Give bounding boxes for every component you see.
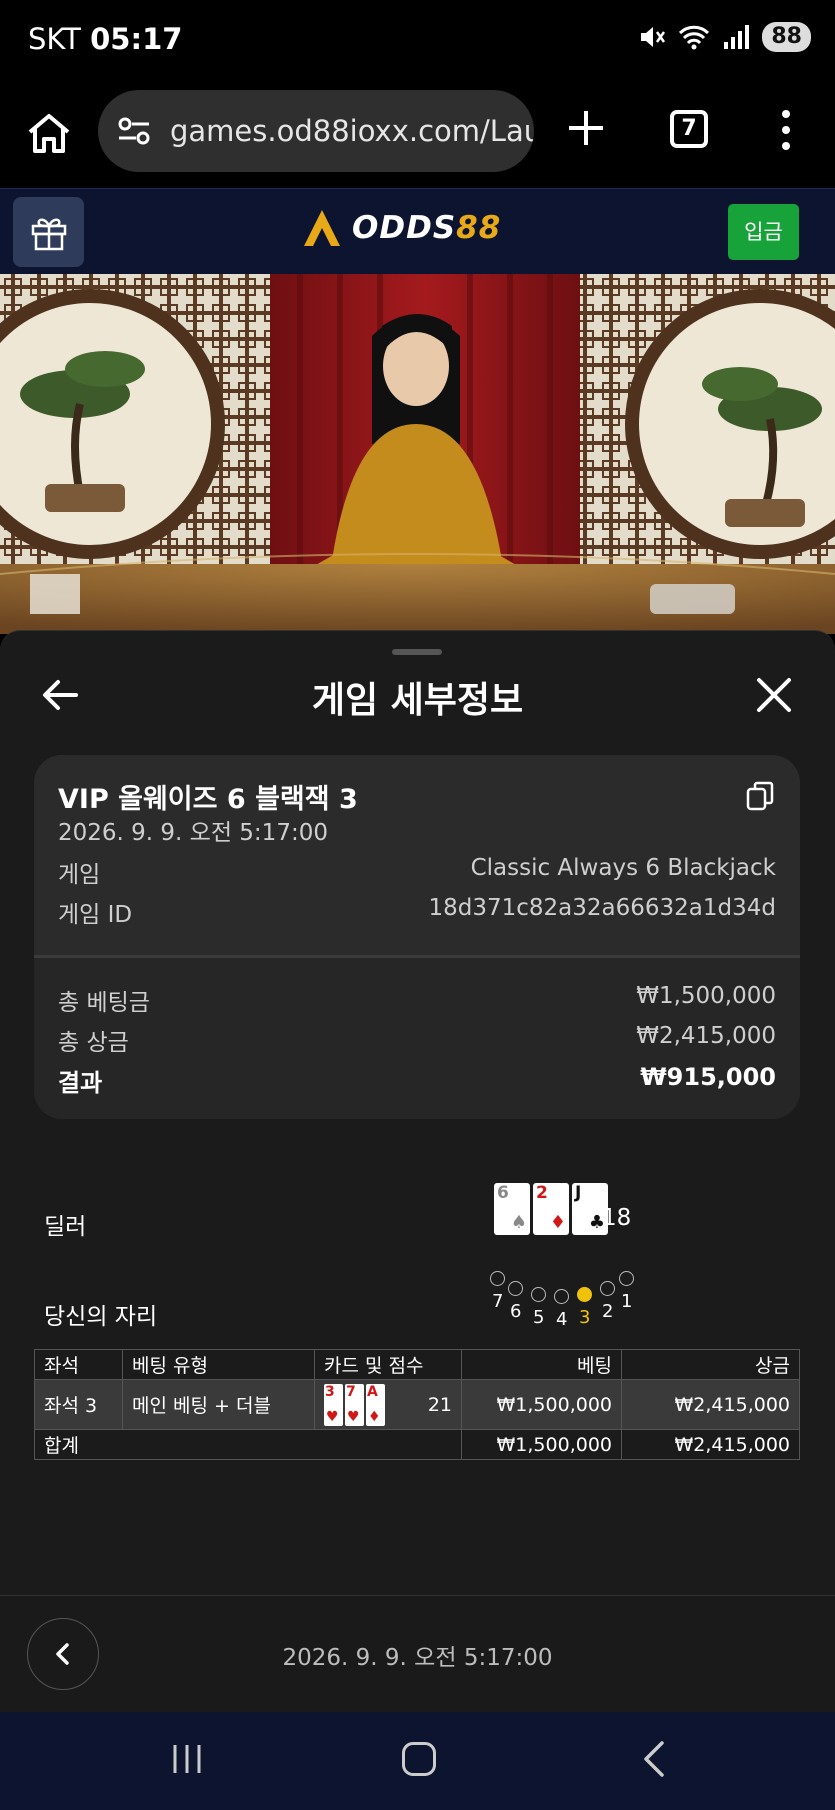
header-bet: 베팅	[461, 1349, 622, 1380]
seat-number: 4	[556, 1309, 568, 1330]
tab-count-button[interactable]: 7	[670, 110, 708, 148]
home-icon[interactable]	[24, 108, 74, 158]
player-score: 21	[427, 1393, 452, 1416]
clock: 05:17	[90, 22, 183, 56]
seat-dot-2	[600, 1281, 615, 1296]
close-icon[interactable]	[756, 677, 792, 713]
seat-dot-6	[508, 1281, 523, 1296]
header-cards-score: 카드 및 점수	[314, 1349, 462, 1380]
seat-number: 6	[510, 1301, 522, 1322]
row-win: ₩2,415,000	[621, 1379, 800, 1430]
site-header: ODDS88 입금	[0, 188, 835, 274]
player-card: A ♦	[366, 1383, 385, 1426]
sheet-title: 게임 세부정보	[311, 680, 524, 721]
dealer-card: 6 ♠	[494, 1183, 530, 1235]
bet-table: 좌석 베팅 유형 카드 및 점수 베팅 상금 좌석 3 메인 베팅 + 더블 3…	[34, 1349, 800, 1460]
game-value: Classic Always 6 Blackjack	[470, 855, 776, 881]
game-id-value: 18d371c82a32a66632a1d34d	[428, 895, 777, 921]
dealer-label: 딜러	[44, 1214, 87, 1240]
address-bar[interactable]: games.od88ioxx.com/Laun	[98, 90, 534, 172]
site-settings-icon[interactable]	[116, 113, 152, 149]
game-label: 게임	[58, 862, 101, 888]
total-win-row: 총 상금 ₩2,415,000	[58, 1023, 776, 1057]
seat-number-active: 3	[579, 1307, 591, 1328]
mute-icon	[641, 27, 666, 47]
total-bet: ₩1,500,000	[461, 1429, 622, 1460]
sheet-drag-handle[interactable]	[392, 649, 442, 655]
game-details-sheet: 게임 세부정보 VIP 올웨이즈 6 블랙잭 3 2026. 9. 9. 오전 …	[0, 630, 835, 1713]
table-header-row: 좌석 베팅 유형 카드 및 점수 베팅 상금	[34, 1349, 800, 1380]
dealer-card: 2 ♦	[533, 1183, 569, 1235]
battery-indicator: 88	[762, 22, 811, 52]
new-tab-icon[interactable]	[566, 108, 606, 148]
table-total-row: 합계 ₩1,500,000 ₩2,415,000	[34, 1429, 800, 1460]
site-logo[interactable]: ODDS88	[300, 206, 501, 250]
live-dealer-video	[0, 274, 835, 634]
game-datetime: 2026. 9. 9. 오전 5:17:00	[58, 820, 328, 846]
seat-label: 당신의 자리	[44, 1304, 158, 1330]
row-cards-cell: 3 ♥ 7 ♥ A ♦ 21	[314, 1379, 462, 1430]
logo-mark-icon	[304, 210, 340, 246]
seat-dot-4	[554, 1289, 569, 1304]
sheet-footer: 2026. 9. 9. 오전 5:17:00	[0, 1595, 835, 1713]
status-carrier-time: SKT 05:17	[28, 22, 182, 56]
player-card: 3 ♥	[324, 1383, 343, 1426]
seat-number: 5	[533, 1307, 545, 1328]
seat-number: 1	[621, 1291, 633, 1312]
game-id-row: 게임 ID 18d371c82a32a66632a1d34d	[58, 895, 776, 929]
footer-datetime: 2026. 9. 9. 오전 5:17:00	[282, 1645, 553, 1671]
status-icons: 88	[638, 22, 811, 52]
wifi-icon	[679, 25, 710, 50]
carrier-label: SKT	[28, 22, 81, 56]
game-row: 게임 Classic Always 6 Blackjack	[58, 855, 776, 889]
total-bet-label: 총 베팅금	[58, 990, 150, 1016]
signal-icon	[724, 25, 750, 49]
seat-number: 7	[492, 1291, 504, 1312]
recent-apps-icon[interactable]	[170, 1742, 204, 1776]
game-name: VIP 올웨이즈 6 블랙잭 3	[58, 784, 358, 815]
seat-number: 2	[602, 1301, 614, 1322]
browser-toolbar: games.od88ioxx.com/Laun 7	[0, 80, 835, 188]
gift-button[interactable]	[13, 197, 84, 267]
total-label: 합계	[34, 1429, 462, 1460]
status-bar: SKT 05:17 88	[0, 0, 835, 80]
row-seat: 좌석 3	[34, 1379, 123, 1430]
system-nav-bar	[0, 1712, 835, 1810]
player-cards: 3 ♥ 7 ♥ A ♦	[324, 1383, 385, 1426]
seat-dot-1	[619, 1271, 634, 1286]
game-id-label: 게임 ID	[58, 902, 133, 928]
copy-icon[interactable]	[746, 781, 774, 811]
dealer-cards: 6 ♠ 2 ♦ J ♣	[494, 1183, 608, 1235]
player-card: 7 ♥	[345, 1383, 364, 1426]
total-win-label: 총 상금	[58, 1030, 129, 1056]
home-nav-icon[interactable]	[402, 1742, 436, 1776]
seat-dot-7	[490, 1271, 505, 1286]
header-bet-type: 베팅 유형	[122, 1349, 315, 1380]
total-bet-value: ₩1,500,000	[636, 983, 776, 1009]
result-label: 결과	[58, 1069, 103, 1097]
dealer-video-frame	[0, 274, 835, 634]
total-win: ₩2,415,000	[621, 1429, 800, 1460]
total-win-value: ₩2,415,000	[636, 1023, 776, 1049]
game-summary-card: VIP 올웨이즈 6 블랙잭 3 2026. 9. 9. 오전 5:17:00 …	[34, 755, 800, 1119]
back-nav-icon[interactable]	[640, 1740, 670, 1778]
header-win: 상금	[621, 1349, 800, 1380]
url-text[interactable]: games.od88ioxx.com/Laun	[170, 114, 534, 148]
header-seat: 좌석	[34, 1349, 123, 1380]
more-menu-icon[interactable]	[776, 108, 796, 152]
total-bet-row: 총 베팅금 ₩1,500,000	[58, 983, 776, 1017]
result-value: ₩915,000	[640, 1063, 776, 1091]
logo-text: ODDS88	[352, 210, 502, 246]
deposit-button[interactable]: 입금	[728, 204, 799, 260]
row-bet-type: 메인 베팅 + 더블	[122, 1379, 315, 1430]
table-row: 좌석 3 메인 베팅 + 더블 3 ♥ 7 ♥ A ♦ 21 ₩1,500,000 ₩…	[34, 1379, 800, 1430]
row-bet: ₩1,500,000	[461, 1379, 622, 1430]
result-row: 결과 ₩915,000	[58, 1063, 776, 1098]
dealer-score: 18	[602, 1205, 632, 1231]
seat-dot-5	[531, 1287, 546, 1302]
seat-map: 7 6 5 4 3 2 1	[484, 1269, 634, 1330]
seat-dot-3-active	[577, 1287, 592, 1302]
gift-icon	[31, 218, 66, 251]
